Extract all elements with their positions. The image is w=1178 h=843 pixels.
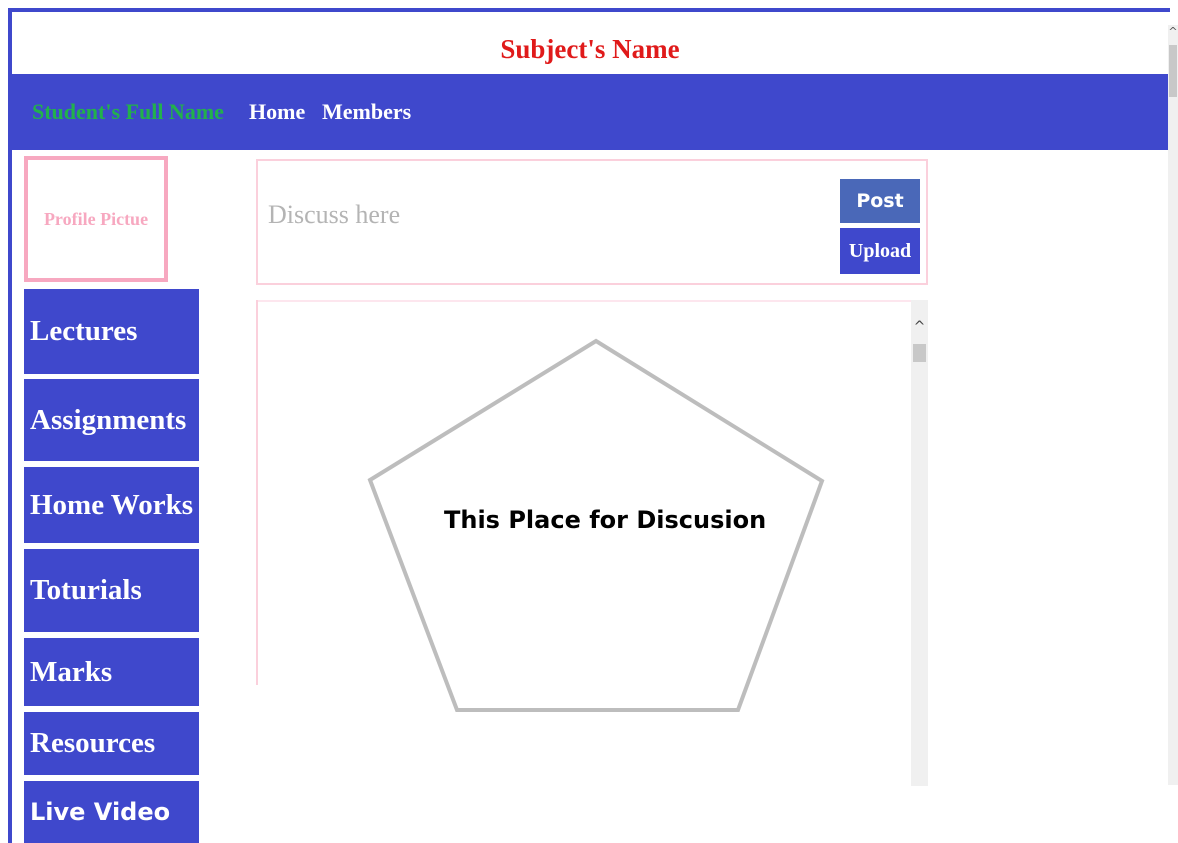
sidebar-item-label: Lectures [30,315,138,347]
sidebar-item-label: Live Video [30,798,171,826]
sidebar-item-home-works[interactable]: Home Works [24,467,199,543]
sidebar-item-label: Toturials [30,574,142,606]
sidebar-item-resources[interactable]: Resources [24,712,199,775]
subject-title: Subject's Name [500,34,680,64]
chevron-up-icon[interactable]: ^ [911,320,928,334]
top-navbar: Student's Full Name Home Members [12,74,1168,150]
chevron-up-icon[interactable]: ^ [1168,25,1178,39]
sidebar-item-label: Marks [30,655,113,688]
sidebar-item-label: Resources [30,727,156,759]
sidebar-item-assignments[interactable]: Assignments [24,379,199,461]
discuss-input[interactable] [268,197,828,233]
discussion-scrollbar-thumb[interactable] [913,344,926,362]
sidebar-item-marks[interactable]: Marks [24,638,199,706]
sidebar-item-label: Assignments [30,403,187,436]
profile-picture[interactable]: Profile Pictue [24,156,168,282]
post-composer: Post Upload [256,159,928,285]
upload-button[interactable]: Upload [840,228,920,274]
nav-link-members[interactable]: Members [322,99,411,125]
student-name: Student's Full Name [32,99,224,124]
sidebar-item-live-video[interactable]: Live Video [24,781,199,843]
pentagon-placeholder [367,338,825,712]
page-scrollbar[interactable]: ^ [1168,25,1178,785]
sidebar-item-toturials[interactable]: Toturials [24,549,199,632]
page-scrollbar-thumb[interactable] [1169,45,1177,97]
post-button[interactable]: Post [840,179,920,223]
sidebar-item-label: Home Works [30,488,193,521]
nav-link-home[interactable]: Home [249,99,305,125]
profile-picture-label: Profile Pictue [43,208,149,229]
discussion-scrollbar[interactable]: ^ [911,300,928,786]
discussion-placeholder-label: This Place for Discusion [444,506,767,534]
sidebar-item-lectures[interactable]: Lectures [24,289,199,374]
page-frame-top [8,8,1170,12]
discussion-area[interactable]: This Place for Discusion ^ [256,300,928,786]
